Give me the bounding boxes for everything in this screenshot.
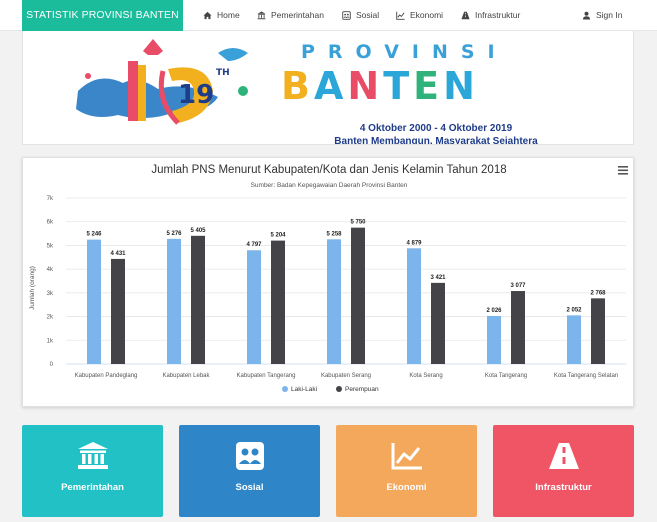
brand-link[interactable]: STATISTIK PROVINSI BANTEN	[22, 0, 183, 31]
bar-perempuan	[511, 291, 525, 364]
tile-label: Pemerintahan	[61, 482, 124, 493]
bar-laki-laki	[247, 250, 261, 364]
nav-item-label: Pemerintahan	[271, 10, 324, 20]
tile-label: Ekonomi	[386, 482, 427, 493]
bar-perempuan	[271, 240, 285, 364]
chart-title: Jumlah PNS Menurut Kabupaten/Kota dan Je…	[151, 164, 506, 176]
legend-label: Laki-Laki	[291, 386, 317, 393]
tile-label: Infrastruktur	[535, 482, 592, 493]
y-tick-label: 4k	[47, 267, 54, 273]
legend-label: Perempuan	[345, 386, 379, 393]
institution-icon	[77, 442, 108, 469]
tile-label: Sosial	[235, 482, 264, 493]
data-label: 4 431	[110, 251, 126, 257]
data-label: 3 077	[510, 283, 526, 289]
x-tick-label: Kabupaten Serang	[321, 373, 371, 379]
nav-item-label: Ekonomi	[410, 10, 444, 20]
banner-motto: Banten Membangun, Masyarakat Sejahtera	[334, 136, 538, 145]
nav-item-ekonomi[interactable]: Ekonomi	[396, 0, 443, 31]
road-icon	[548, 443, 579, 469]
banner-letter: T	[383, 64, 414, 108]
banner-date: 4 Oktober 2000 - 4 Oktober 2019	[359, 123, 513, 134]
legend-marker	[336, 386, 342, 392]
data-label: 5 405	[190, 228, 206, 234]
nav-item-label: Infrastruktur	[475, 10, 521, 20]
x-tick-label: Kabupaten Tangerang	[237, 373, 296, 379]
sign-in-label: Sign In	[596, 10, 623, 20]
bar-perempuan	[191, 235, 205, 364]
chart-subtitle: Sumber: Badan Kepegawaian Daerah Provins…	[251, 182, 408, 189]
nav-item-pemerintahan[interactable]: Pemerintahan	[257, 0, 324, 31]
banner-letter: N	[347, 64, 384, 108]
bar-perempuan	[351, 227, 365, 364]
bar-perempuan	[431, 282, 445, 364]
data-label: 2 026	[486, 308, 502, 314]
institution-icon	[257, 11, 266, 20]
chart-card: Jumlah PNS Menurut Kabupaten/Kota dan Je…	[22, 157, 634, 407]
banner-title: PROVINSI	[301, 41, 508, 63]
y-tick-label: 5k	[47, 243, 54, 249]
y-tick-label: 3k	[47, 291, 54, 297]
bar-perempuan	[111, 258, 125, 364]
data-label: 5 258	[326, 231, 342, 237]
x-tick-label: Kabupaten Lebak	[162, 373, 210, 379]
bar-laki-laki	[87, 239, 101, 364]
y-tick-label: 7k	[47, 196, 54, 202]
y-tick-label: 6k	[47, 220, 54, 226]
bar-laki-laki	[487, 315, 501, 364]
pns-bar-chart: Jumlah PNS Menurut Kabupaten/Kota dan Je…	[29, 164, 628, 393]
banner-letter: B	[281, 64, 314, 108]
bar-laki-laki	[167, 238, 181, 364]
tile-infrastruktur[interactable]: Infrastruktur	[493, 425, 634, 517]
sign-in-link[interactable]: Sign In	[582, 0, 622, 31]
bar-laki-laki	[407, 248, 421, 364]
y-axis-title: Jumlah (orang)	[29, 266, 36, 310]
bar-perempuan	[591, 298, 605, 364]
users-icon	[235, 442, 264, 470]
data-label: 5 246	[86, 232, 102, 238]
nav-item-label: Sosial	[356, 10, 380, 20]
line-chart-icon	[396, 11, 405, 20]
line-chart-icon	[391, 443, 422, 470]
chart-menu-icon[interactable]	[618, 166, 628, 175]
tile-sosial[interactable]: Sosial	[179, 425, 320, 517]
x-tick-label: Kota Tangerang	[485, 373, 527, 379]
data-label: 2 052	[566, 307, 582, 313]
anniversary-logo: 19 TH	[76, 39, 248, 125]
data-label: 4 879	[406, 240, 422, 246]
road-icon	[461, 11, 470, 20]
y-tick-label: 2k	[47, 315, 54, 321]
nav-item-sosial[interactable]: Sosial	[342, 0, 379, 31]
data-label: 3 421	[430, 275, 446, 281]
x-tick-label: Kabupaten Pandeglang	[75, 373, 138, 379]
bar-laki-laki	[567, 315, 581, 364]
data-label: 4 797	[246, 242, 262, 248]
nav-item-label: Home	[217, 10, 240, 20]
users-icon	[342, 11, 351, 20]
x-tick-label: Kota Serang	[409, 373, 442, 379]
x-tick-label: Kota Tangerang Selatan	[554, 373, 618, 379]
data-label: 5 204	[270, 233, 286, 239]
banner-letter: E	[413, 64, 444, 108]
banner-letter: N	[443, 64, 479, 108]
nav-item-infrastruktur[interactable]: Infrastruktur	[461, 0, 520, 31]
data-label: 2 768	[590, 290, 606, 296]
y-tick-label: 1k	[47, 338, 54, 344]
tile-pemerintahan[interactable]: Pemerintahan	[22, 425, 163, 517]
y-tick-label: 0	[50, 362, 54, 368]
anniversary-number: 19	[178, 80, 214, 110]
data-label: 5 750	[350, 220, 366, 226]
tile-ekonomi[interactable]: Ekonomi	[336, 425, 477, 517]
bar-laki-laki	[327, 239, 341, 364]
nav-item-home[interactable]: Home	[203, 0, 240, 31]
banner-letter: A	[313, 64, 348, 108]
home-icon	[203, 11, 212, 20]
anniversary-suffix: TH	[216, 68, 230, 78]
user-icon	[582, 11, 591, 20]
banner-word: BANTEN	[281, 65, 479, 107]
anniversary-banner: 19 TH PROVINSI BANTEN 4 Oktober 2000 - 4…	[22, 31, 634, 145]
top-navbar: STATISTIK PROVINSI BANTEN Home Pemerinta…	[0, 0, 657, 31]
data-label: 5 276	[166, 231, 182, 237]
legend-marker	[282, 386, 288, 392]
